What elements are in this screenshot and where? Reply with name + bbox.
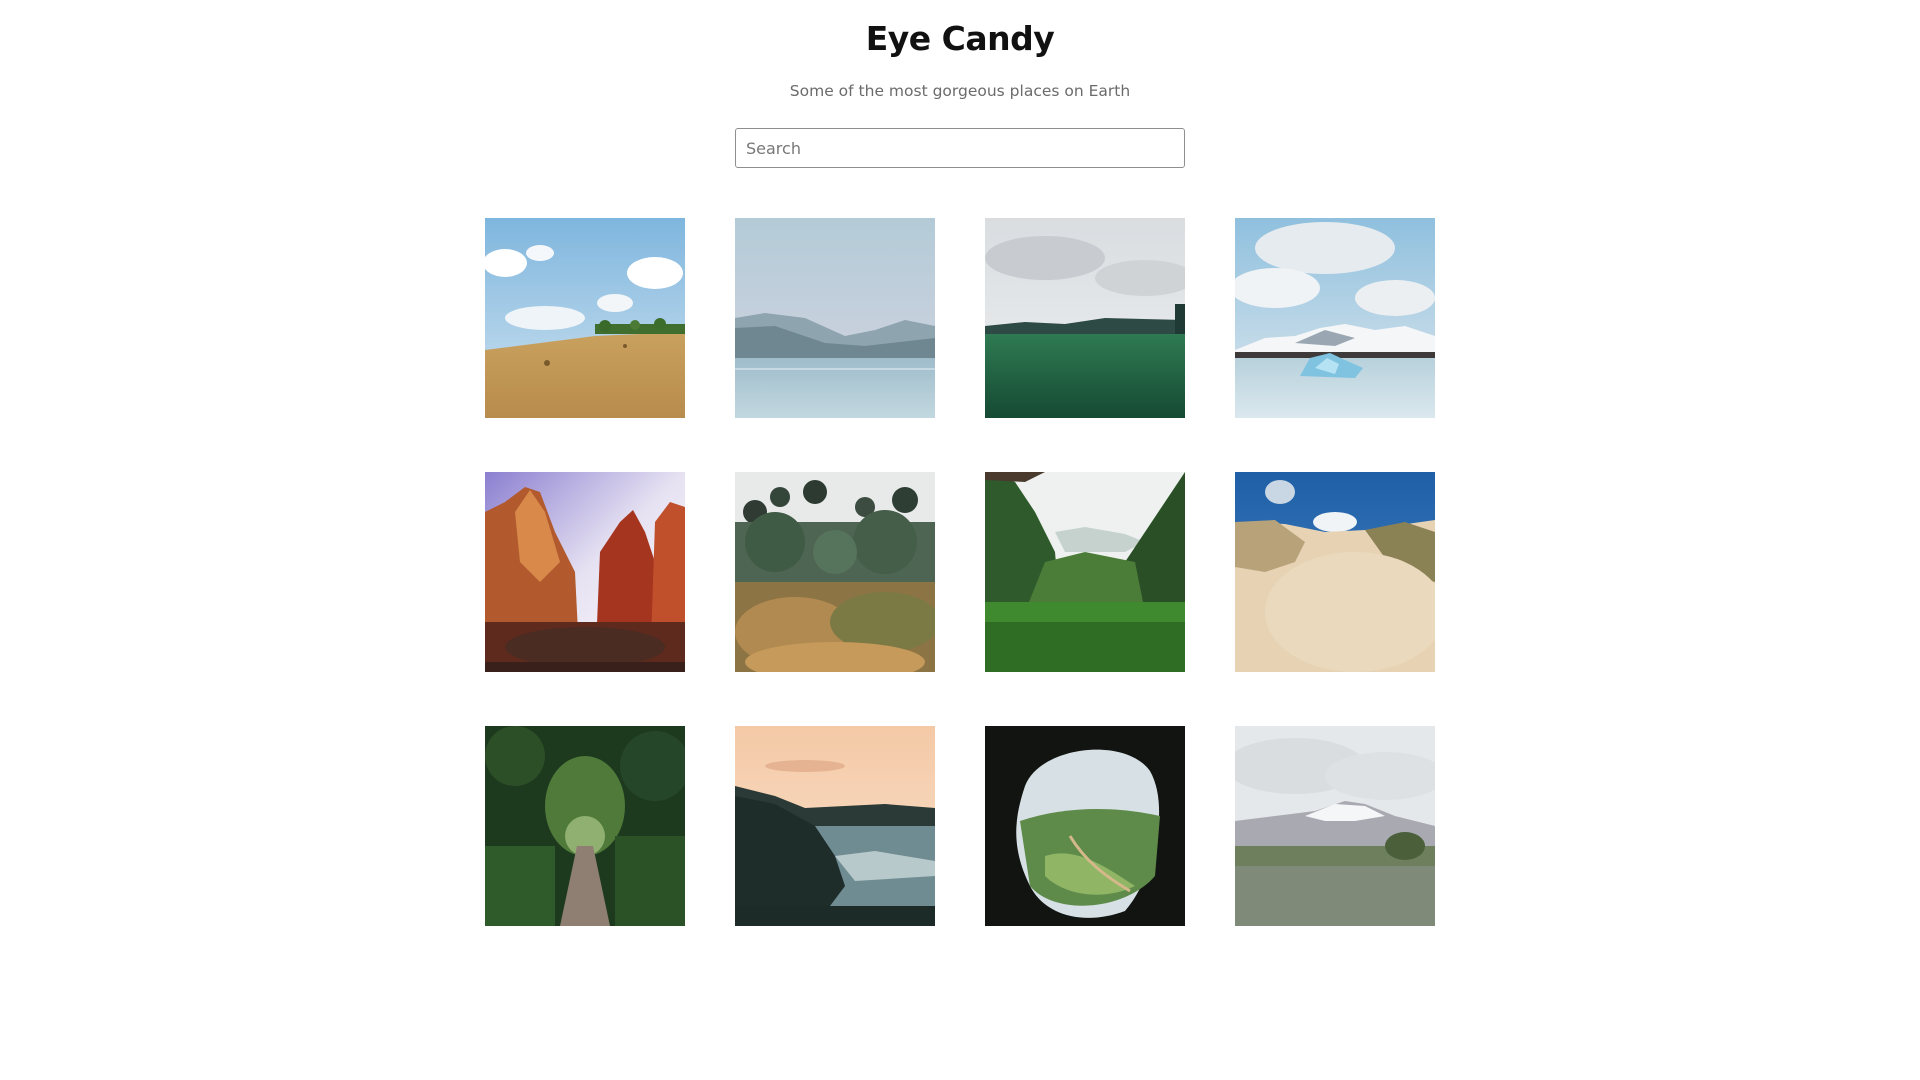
red-canyon-photo[interactable]	[485, 472, 685, 672]
coastal-sunset-photo[interactable]	[735, 726, 935, 926]
mountain-lake-photo[interactable]	[735, 218, 935, 418]
green-meadow-photo[interactable]	[985, 218, 1185, 418]
snowy-mountain-meadow-photo[interactable]	[1235, 726, 1435, 926]
forest-garden-photo[interactable]	[735, 472, 935, 672]
cave-view-photo[interactable]	[985, 726, 1185, 926]
photo-gallery	[485, 218, 1436, 926]
search-input[interactable]	[735, 128, 1185, 168]
forest-path-photo[interactable]	[485, 726, 685, 926]
sand-dunes-photo[interactable]	[1235, 472, 1435, 672]
page-subtitle: Some of the most gorgeous places on Eart…	[789, 82, 1131, 100]
page-title: Eye Candy	[865, 19, 1055, 58]
page: Eye Candy Some of the most gorgeous plac…	[0, 0, 1920, 1080]
glacier-lagoon-photo[interactable]	[1235, 218, 1435, 418]
jungle-valley-photo[interactable]	[985, 472, 1185, 672]
wheat-field-photo[interactable]	[485, 218, 685, 418]
